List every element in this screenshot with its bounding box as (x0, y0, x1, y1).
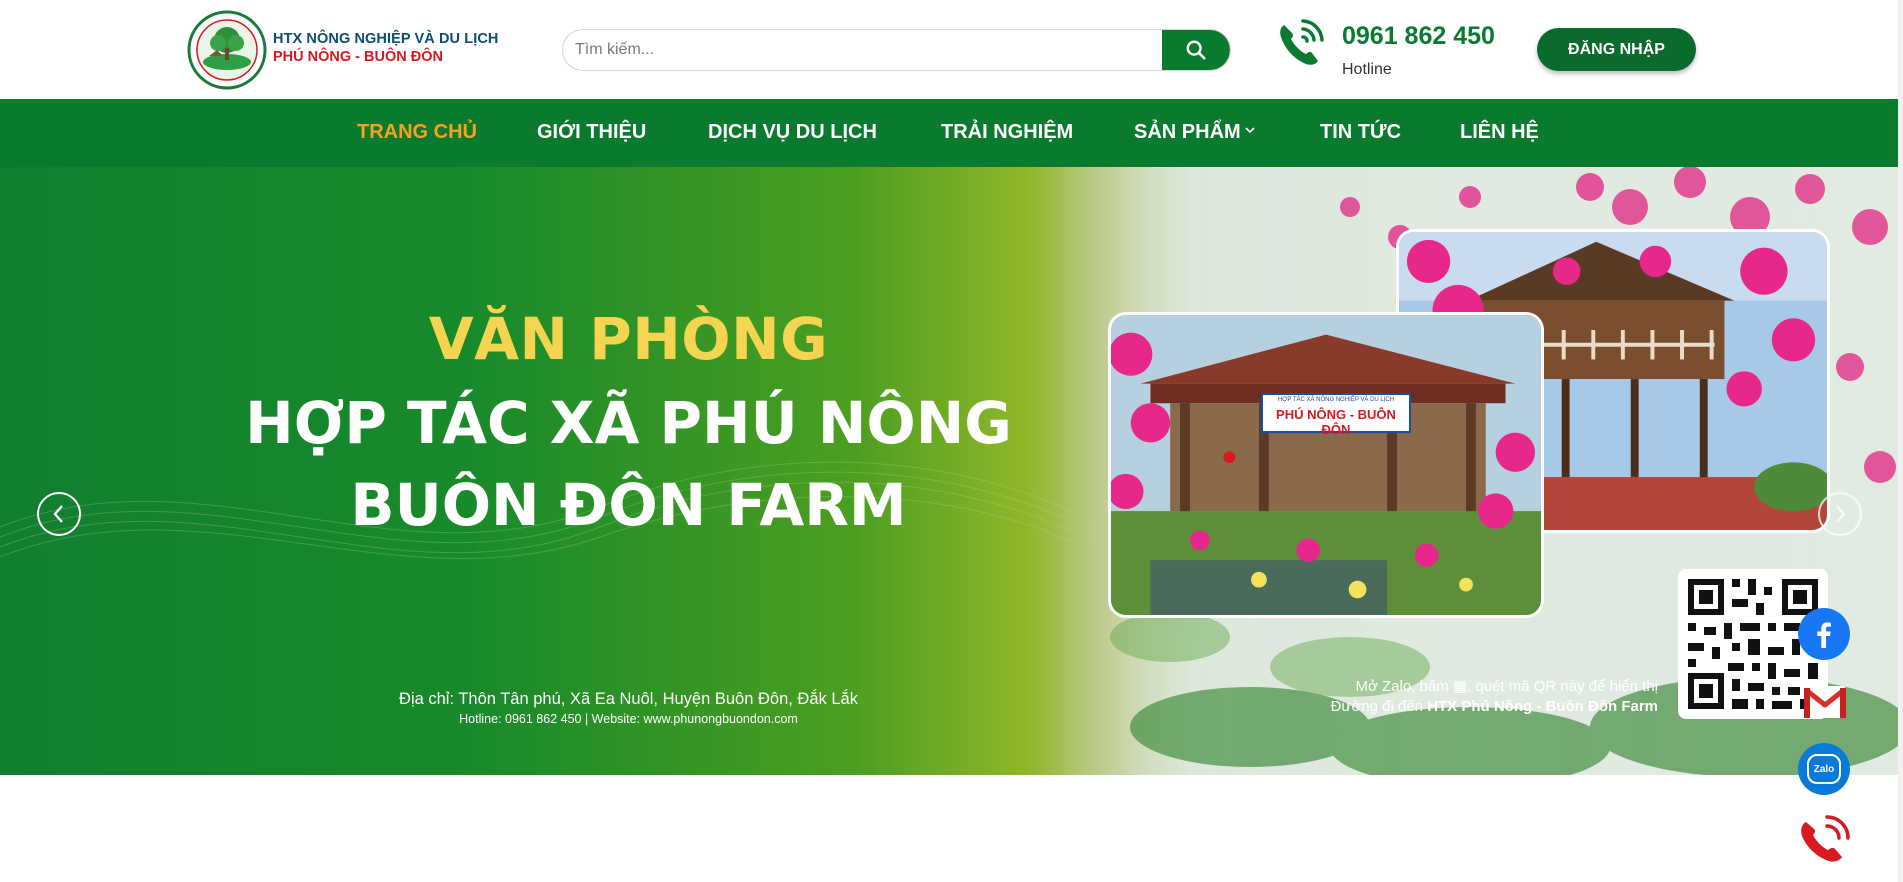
nav-item-home[interactable]: TRANG CHỦ (357, 121, 477, 144)
qr-instruction-line-2: Đường đi đến HTX Phú Nông - Buôn Đôn Far… (1252, 698, 1658, 715)
chevron-left-icon (53, 505, 63, 523)
site-header: HTX NÔNG NGHIỆP VÀ DU LỊCH PHÚ NÔNG - BU… (0, 0, 1903, 99)
cooperative-logo[interactable] (187, 10, 267, 90)
banner-contact: Hotline: 0961 862 450 | Website: www.phu… (459, 712, 798, 726)
nav-item-about[interactable]: GIỚI THIỆU (537, 121, 646, 144)
facebook-button[interactable] (1798, 608, 1850, 660)
gmail-icon[interactable] (1800, 676, 1850, 726)
search-input[interactable] (563, 30, 1163, 70)
login-button[interactable]: ĐĂNG NHẬP (1537, 28, 1696, 71)
photo-office: HỢP TÁC XÃ NÔNG NGHIỆP VÀ DU LỊCH PHÚ NÔ… (1108, 312, 1544, 618)
qr-instruction-destination: HTX Phú Nông - Buôn Đôn Farm (1427, 698, 1658, 715)
search-box (562, 29, 1231, 71)
hotline-label: Hotline (1342, 61, 1392, 78)
brand-line-1: HTX NÔNG NGHIỆP VÀ DU LỊCH (273, 31, 499, 47)
nav-item-travel-services[interactable]: DỊCH VỤ DU LỊCH (708, 121, 877, 144)
search-icon (1186, 40, 1206, 60)
search-button[interactable] (1162, 30, 1230, 70)
chevron-right-icon (1836, 505, 1846, 523)
brand-line-2: PHÚ NÔNG - BUÔN ĐÔN (273, 49, 443, 65)
zalo-icon: Zalo (1807, 754, 1841, 784)
brand-name[interactable]: HTX NÔNG NGHIỆP VÀ DU LỊCH PHÚ NÔNG - BU… (273, 31, 499, 65)
office-sign-title: PHÚ NÔNG - BUÔN ĐÔN (1276, 407, 1396, 437)
main-nav: TRANG CHỦ GIỚI THIỆU DỊCH VỤ DU LỊCH TRẢ… (0, 99, 1898, 167)
office-sign-small-text: HỢP TÁC XÃ NÔNG NGHIỆP VÀ DU LỊCH (1277, 397, 1395, 403)
nav-item-products[interactable]: SẢN PHẨM (1134, 121, 1255, 144)
slider-next-button[interactable] (1818, 492, 1862, 536)
slider-prev-button[interactable] (37, 492, 81, 536)
nav-item-news[interactable]: TIN TỨC (1320, 121, 1401, 144)
office-sign: HỢP TÁC XÃ NÔNG NGHIỆP VÀ DU LỊCH PHÚ NÔ… (1261, 393, 1411, 437)
nav-item-experiences[interactable]: TRẢI NGHIỆM (941, 121, 1073, 144)
banner-headline-2: HỢP TÁC XÃ PHÚ NÔNG (245, 389, 1012, 457)
qr-instruction-prefix: Đường đi đến (1330, 698, 1428, 715)
hotline-number[interactable]: 0961 862 450 (1342, 22, 1495, 51)
qr-instruction-line-1: Mở Zalo, bấm ▦, quét mã QR này để hiển t… (1355, 678, 1658, 695)
page: HTX NÔNG NGHIỆP VÀ DU LỊCH PHÚ NÔNG - BU… (0, 0, 1903, 882)
chevron-down-icon (1245, 127, 1255, 134)
phone-icon (1280, 19, 1324, 65)
nav-item-contact[interactable]: LIÊN HỆ (1460, 121, 1539, 144)
facebook-icon (1817, 622, 1831, 648)
call-icon[interactable] (1796, 812, 1854, 866)
banner-address: Địa chỉ: Thôn Tân phú, Xã Ea Nuôl, Huyện… (399, 690, 858, 708)
zalo-button[interactable]: Zalo (1798, 743, 1850, 795)
banner-headline-3: BUÔN ĐÔN FARM (350, 471, 907, 539)
nav-item-products-label: SẢN PHẨM (1134, 121, 1241, 143)
hero-banner: VĂN PHÒNG HỢP TÁC XÃ PHÚ NÔNG BUÔN ĐÔN F… (0, 167, 1898, 775)
banner-headline-1: VĂN PHÒNG (428, 305, 829, 373)
page-scrollbar[interactable] (1898, 0, 1903, 882)
